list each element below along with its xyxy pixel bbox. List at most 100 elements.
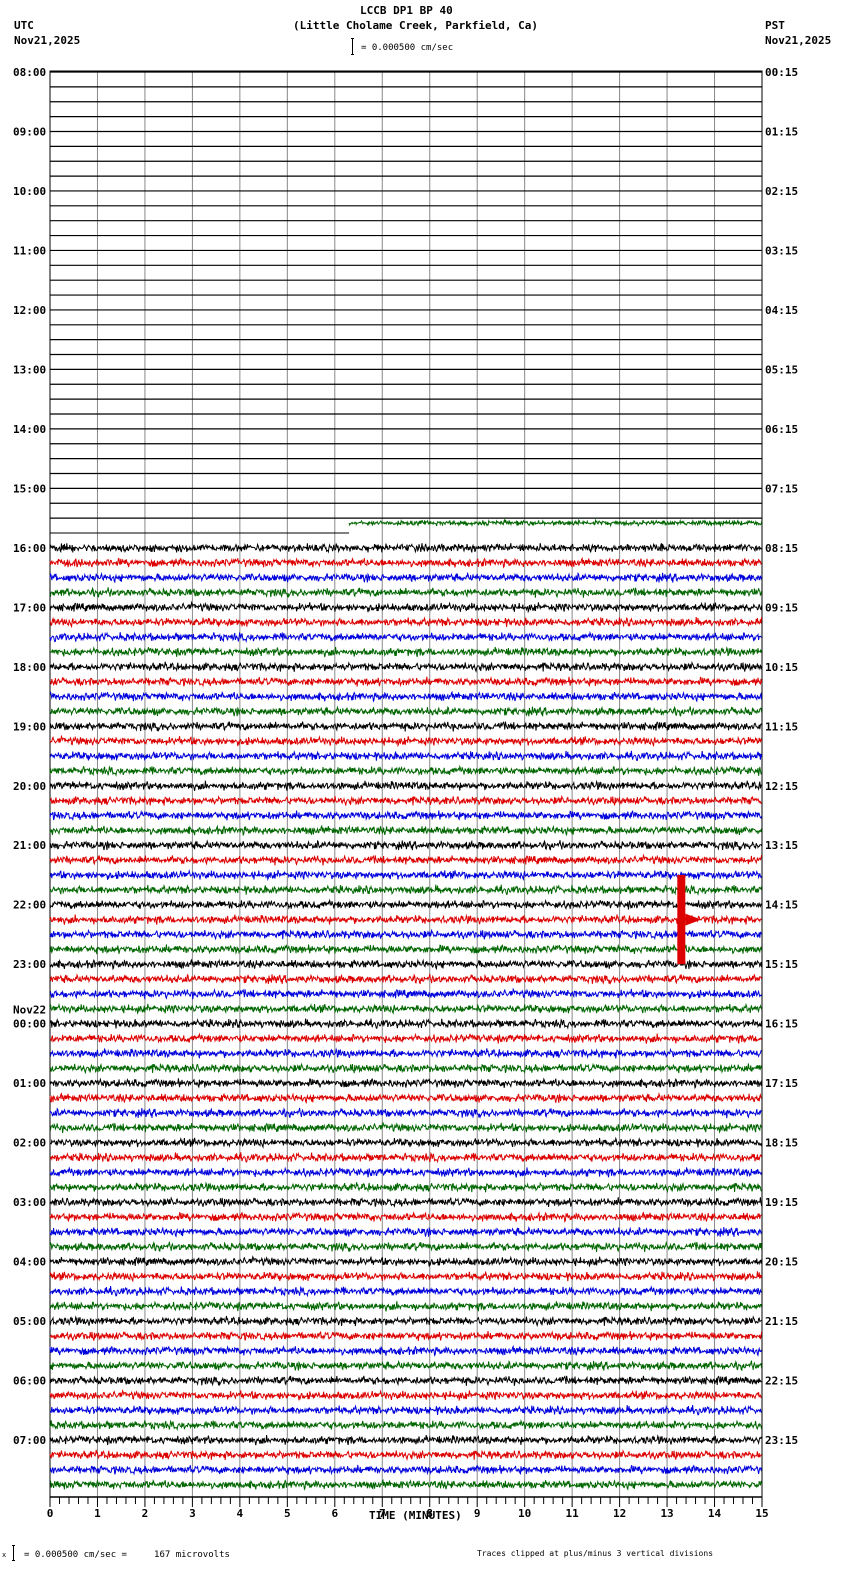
footer-scale-prefix: x: [2, 1551, 7, 1559]
pst-hour-label: 03:15: [765, 244, 798, 257]
pst-hour-label: 01:15: [765, 125, 798, 138]
pst-hour-label: 21:15: [765, 1315, 798, 1328]
x-tick-label: 5: [284, 1507, 291, 1520]
trace-84: [49, 1315, 762, 1328]
pst-hour-label: 10:15: [765, 661, 798, 674]
trace-58: [49, 928, 763, 941]
pst-hour-label: 23:15: [765, 1434, 798, 1447]
utc-hour-label: 09:00: [13, 125, 46, 138]
trace-72: [49, 1136, 763, 1149]
utc-hour-label: 01:00: [13, 1077, 46, 1090]
trace-92: [49, 1434, 763, 1446]
pst-hour-label: 15:15: [765, 958, 798, 971]
trace-59: [49, 943, 763, 955]
trace-35: [49, 586, 763, 599]
trace-57: [49, 913, 762, 925]
trace-77: [49, 1211, 762, 1223]
utc-hour-label: 02:00: [13, 1137, 46, 1150]
x-tick-label: 14: [708, 1507, 722, 1520]
x-tick-label: 0: [47, 1507, 54, 1520]
trace-31: [348, 518, 763, 528]
utc-hour-label: 16:00: [13, 542, 46, 555]
event-coda: [685, 913, 702, 926]
utc-hour-label: 23:00: [13, 958, 46, 971]
trace-52: [49, 839, 763, 851]
trace-79: [49, 1240, 763, 1253]
pst-hour-label: 09:15: [765, 601, 798, 614]
trace-91: [49, 1418, 763, 1432]
footer-scale-text: = 0.000500 cm/sec = 167 microvolts: [24, 1550, 230, 1560]
trace-74: [49, 1166, 763, 1178]
utc-hour-label: 19:00: [13, 720, 46, 733]
utc-hour-label: 07:00: [13, 1434, 46, 1447]
trace-78: [49, 1225, 763, 1238]
trace-47: [49, 764, 763, 777]
seismogram-plot: 08:00 00:15 09:00 01:15 10:00 02:15 11:00 03:15…: [13, 66, 798, 1520]
trace-81: [49, 1270, 763, 1283]
utc-hour-label: 05:00: [13, 1315, 46, 1328]
pst-hour-label: 17:15: [765, 1077, 798, 1090]
utc-hour-label: 12:00: [13, 304, 46, 317]
utc-hour-label: 10:00: [13, 185, 46, 198]
trace-53: [49, 853, 763, 866]
x-tick-label: 1: [94, 1507, 101, 1520]
trace-50: [49, 809, 763, 822]
trace-37: [49, 616, 763, 629]
x-tick-label: 15: [755, 1507, 768, 1520]
trace-36: [49, 600, 763, 614]
pst-hour-label: 13:15: [765, 839, 798, 852]
pst-hour-label: 12:15: [765, 780, 798, 793]
trace-55: [49, 884, 763, 896]
trace-75: [49, 1181, 762, 1194]
trace-48: [49, 779, 763, 792]
pst-hour-label: 00:15: [765, 66, 798, 79]
x-axis-label: TIME (MINUTES): [369, 1509, 462, 1522]
trace-43: [49, 705, 763, 717]
trace-54: [49, 869, 763, 882]
trace-61: [49, 973, 763, 985]
clip-note: Traces clipped at plus/minus 3 vertical …: [477, 1549, 714, 1558]
trace-82: [49, 1285, 762, 1298]
trace-56: [49, 898, 763, 910]
trace-83: [49, 1300, 763, 1312]
x-tick-label: 10: [518, 1507, 531, 1520]
x-tick-label: 6: [331, 1507, 338, 1520]
pst-hour-label: 05:15: [765, 363, 798, 376]
pst-hour-label: 14:15: [765, 899, 798, 912]
utc-hour-label: 11:00: [13, 244, 46, 257]
trace-71: [49, 1121, 763, 1134]
trace-40: [49, 660, 763, 673]
trace-73: [49, 1151, 763, 1164]
pst-hour-label: 16:15: [765, 1018, 798, 1031]
trace-46: [49, 750, 763, 762]
utc-hour-label: 13:00: [13, 363, 46, 376]
event-clipped-trace: [677, 874, 686, 965]
footer-scale-bar-icon: [12, 1545, 15, 1561]
trace-89: [49, 1388, 763, 1402]
pst-hour-label: 08:15: [765, 542, 798, 555]
trace-62: [49, 987, 763, 1000]
utc-hour-label: 15:00: [13, 482, 46, 495]
utc-hour-label: 08:00: [13, 66, 46, 79]
trace-63: [49, 1002, 763, 1015]
trace-33: [49, 556, 762, 569]
x-tick-label: 9: [474, 1507, 481, 1520]
trace-39: [49, 646, 763, 658]
trace-90: [49, 1404, 762, 1416]
trace-41: [49, 675, 763, 688]
utc-hour-label: 17:00: [13, 601, 46, 614]
trace-66: [49, 1047, 762, 1059]
utc-hour-label: 04:00: [13, 1256, 46, 1269]
trace-44: [49, 721, 763, 733]
trace-88: [49, 1375, 762, 1387]
utc-hour-label: 18:00: [13, 661, 46, 674]
pst-hour-label: 22:15: [765, 1375, 798, 1388]
utc-hour-label: 14:00: [13, 423, 46, 436]
pst-hour-label: 19:15: [765, 1196, 798, 1209]
trace-94: [49, 1464, 763, 1476]
pst-hour-label: 18:15: [765, 1137, 798, 1150]
trace-86: [49, 1345, 763, 1357]
utc-hour-label: 00:00: [13, 1018, 46, 1031]
trace-68: [49, 1077, 763, 1090]
date-change-label: Nov22: [13, 1004, 46, 1017]
